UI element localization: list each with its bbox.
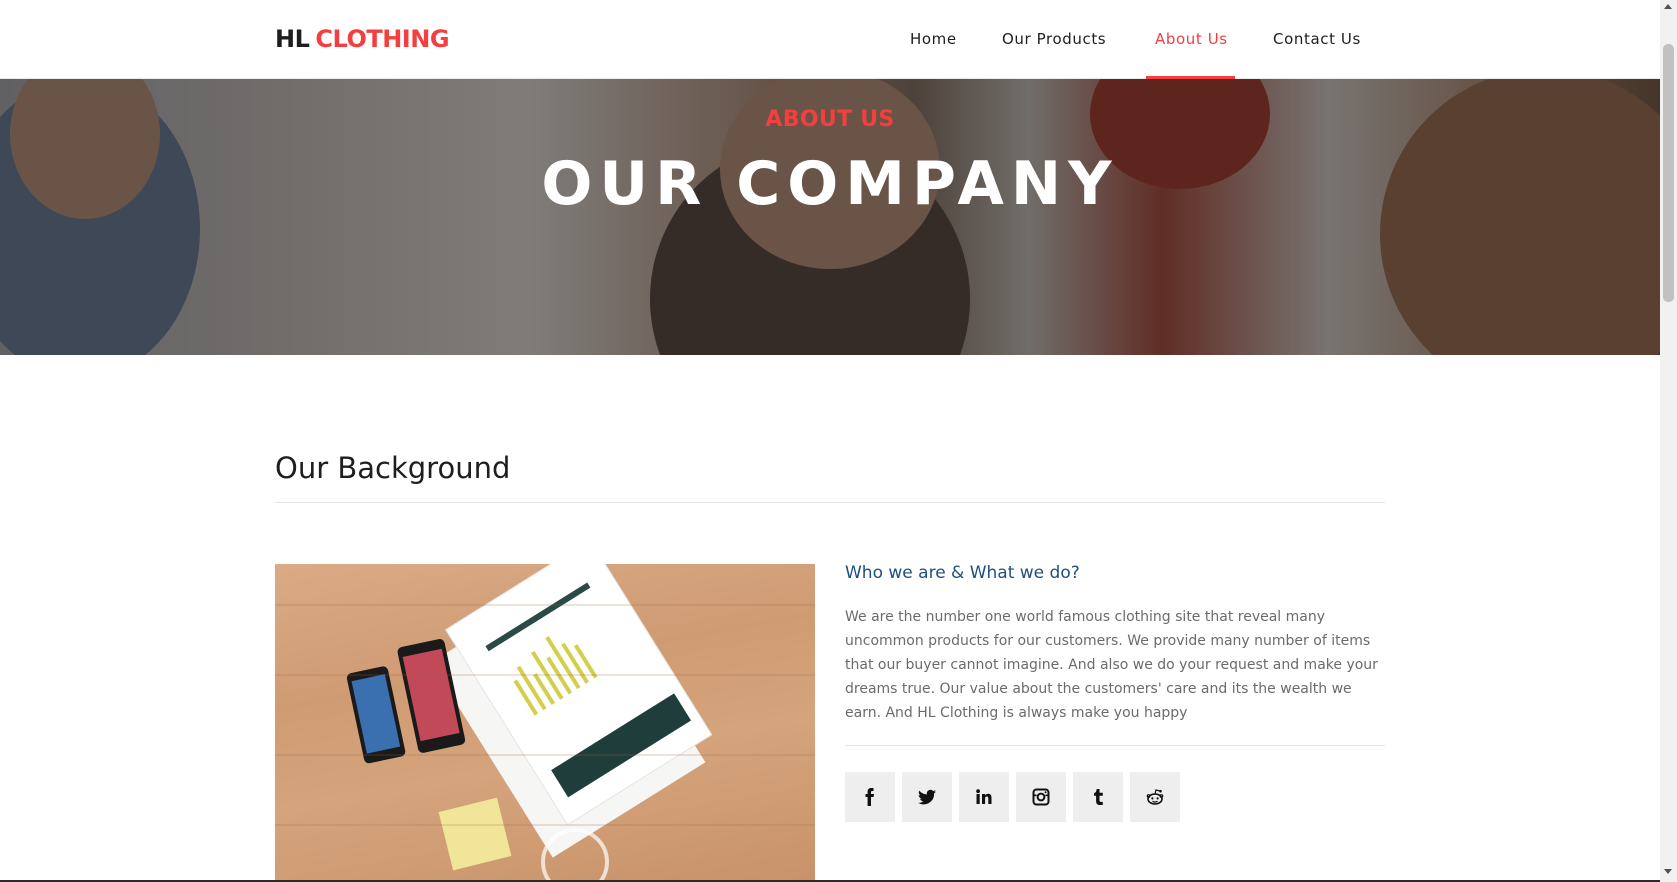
company-description: We are the number one world famous cloth… (845, 609, 1378, 721)
wood-grain (275, 754, 815, 756)
desk-illustration (346, 564, 713, 882)
office-desk-image (275, 564, 815, 882)
hero-banner: ABOUT US OUR COMPANY (0, 79, 1660, 355)
facebook-button[interactable] (845, 772, 895, 822)
instagram-icon (1032, 788, 1050, 806)
site-logo[interactable]: HL CLOTHING (275, 25, 450, 53)
who-we-are-heading: Who we are & What we do? (845, 563, 1080, 583)
nav-our-products[interactable]: Our Products (1002, 30, 1106, 48)
logo-part-clothing: CLOTHING (315, 25, 450, 53)
hero-subtitle: ABOUT US (765, 107, 895, 132)
hero-title: OUR COMPANY (541, 149, 1119, 219)
wood-grain (275, 824, 815, 826)
section-title: Our Background (275, 451, 511, 485)
reddit-icon (1146, 789, 1164, 805)
instagram-button[interactable] (1016, 772, 1066, 822)
phones (346, 639, 466, 764)
scroll-down-arrow-icon[interactable] (1664, 869, 1672, 874)
nav-home[interactable]: Home (910, 30, 957, 48)
twitter-icon (918, 789, 936, 805)
tumblr-button[interactable] (1073, 772, 1123, 822)
site-header: HL CLOTHING Home Our Products About Us Co… (0, 0, 1660, 79)
tumblr-icon (1094, 789, 1103, 805)
nav-contact-us[interactable]: Contact Us (1273, 30, 1361, 48)
twitter-button[interactable] (902, 772, 952, 822)
reddit-button[interactable] (1130, 772, 1180, 822)
facebook-icon (865, 788, 874, 806)
section-divider (275, 502, 1385, 503)
description-divider (845, 745, 1385, 746)
page-scrollbar[interactable] (1660, 0, 1677, 882)
wood-grain (275, 674, 815, 676)
linkedin-icon (976, 789, 992, 804)
scroll-up-arrow-icon[interactable] (1664, 4, 1672, 9)
nav-active-indicator (1146, 76, 1235, 79)
phone-screen (351, 674, 401, 754)
wood-grain (275, 604, 815, 606)
sticky-note (438, 797, 512, 871)
linkedin-button[interactable] (959, 772, 1009, 822)
nav-about-us[interactable]: About Us (1155, 30, 1228, 48)
scrollbar-thumb[interactable] (1663, 44, 1674, 302)
logo-part-hl: HL (275, 25, 310, 53)
